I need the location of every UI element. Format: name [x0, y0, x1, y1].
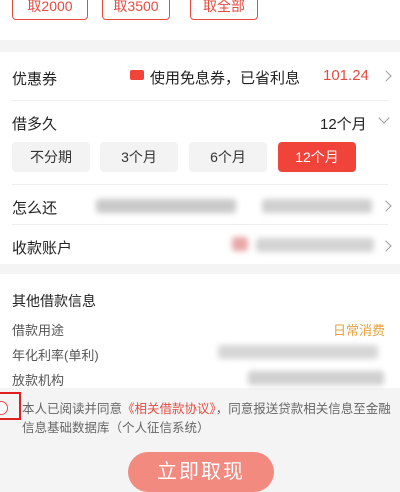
divider	[12, 224, 388, 225]
repay-label: 怎么还	[12, 200, 58, 217]
term-row[interactable]: 借多久 12个月	[0, 101, 400, 137]
repay-detail-redacted	[96, 199, 236, 213]
term-option-none[interactable]: 不分期	[12, 142, 90, 172]
chevron-right-icon	[380, 240, 392, 252]
coupon-row[interactable]: 优惠券 使用免息券，已省利息 101.24	[0, 52, 400, 100]
term-selected-value: 12个月	[320, 116, 367, 133]
term-option-3-months[interactable]: 3个月	[100, 142, 178, 172]
loan-purpose-value[interactable]: 日常消费	[333, 320, 385, 339]
quick-amount-3500-button[interactable]: 取3500	[102, 0, 170, 20]
account-number-redacted	[256, 238, 374, 252]
other-loan-info-card: 其他借款信息 借款用途 日常消费 年化利率(单利) 放款机构	[0, 274, 400, 388]
bank-logo-redacted	[232, 237, 248, 251]
other-info-title: 其他借款信息	[12, 293, 96, 309]
chevron-right-icon	[380, 200, 392, 212]
coupon-ticket-icon	[130, 70, 144, 80]
quick-amount-2000-button[interactable]: 取2000	[12, 0, 88, 20]
loan-agreement-link[interactable]: 《相关借款协议》	[122, 402, 216, 416]
lender-label: 放款机构	[12, 373, 65, 388]
term-label: 借多久	[12, 116, 58, 133]
loan-settings-card: 优惠券 使用免息券，已省利息 101.24 借多久 12个月 不分期 3个月 6…	[0, 52, 400, 264]
coupon-saved-amount: 101.24	[323, 67, 369, 84]
coupon-text: 使用免息券，已省利息	[150, 70, 301, 87]
agreement-prefix: 本人已阅读并同意	[22, 402, 123, 416]
repay-detail-redacted	[262, 199, 372, 213]
divider	[12, 184, 388, 185]
annual-rate-label: 年化利率(单利)	[12, 348, 99, 363]
agreement-text: 本人已阅读并同意《相关借款协议》，同意报送贷款相关信息至金融信息基础数据库（个人…	[22, 400, 394, 438]
term-option-12-months[interactable]: 12个月	[278, 142, 356, 172]
receiving-account-row[interactable]: 收款账户	[0, 226, 400, 264]
quick-amount-all-button[interactable]: 取全部	[190, 0, 258, 20]
chevron-right-icon	[380, 70, 392, 82]
account-label: 收款账户	[12, 240, 73, 257]
coupon-label: 优惠券	[12, 71, 58, 88]
loan-purpose-label: 借款用途	[12, 323, 65, 338]
chevron-down-icon	[378, 112, 390, 124]
quick-amount-bar: 取2000 取3500 取全部	[0, 0, 400, 40]
withdraw-now-button[interactable]: 立即取现	[128, 452, 274, 492]
repay-method-row[interactable]: 怎么还	[0, 186, 400, 224]
lender-redacted	[248, 371, 384, 385]
term-option-6-months[interactable]: 6个月	[189, 142, 267, 172]
annual-rate-redacted	[218, 345, 378, 359]
